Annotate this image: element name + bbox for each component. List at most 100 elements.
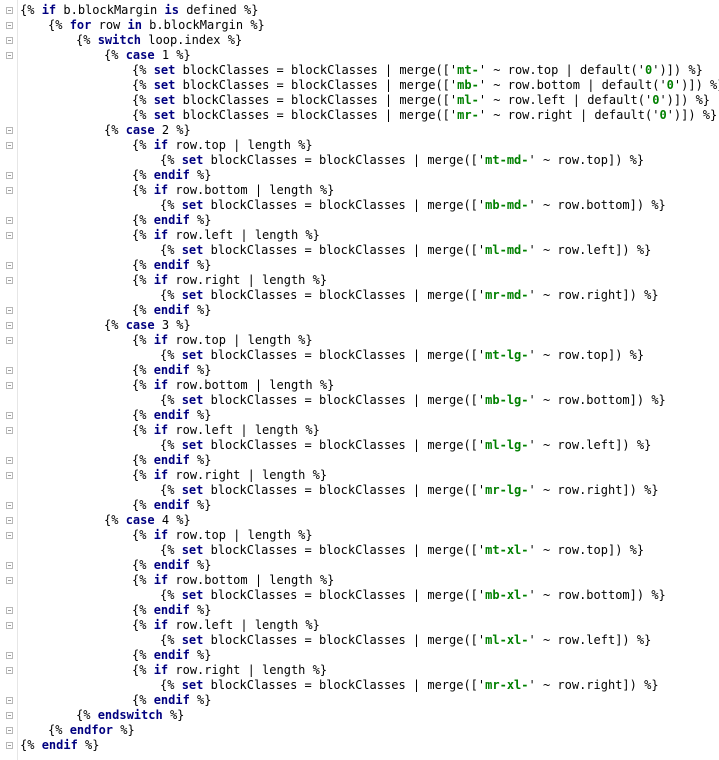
code-line[interactable]: {% if row.right | length %}: [132, 273, 327, 288]
keyword-token: set: [181, 288, 204, 302]
code-line[interactable]: {% for row in b.blockMargin %}: [48, 18, 265, 33]
string-token: mt-lg-: [485, 348, 529, 362]
code-line[interactable]: {% endif %}: [20, 738, 100, 753]
fold-marker-icon[interactable]: [6, 367, 13, 374]
code-line[interactable]: {% case 1 %}: [104, 48, 191, 63]
code-line[interactable]: {% endif %}: [132, 558, 212, 573]
fold-marker-icon[interactable]: [6, 622, 13, 629]
code-line[interactable]: {% if row.left | length %}: [132, 228, 320, 243]
code-line[interactable]: {% if row.right | length %}: [132, 468, 327, 483]
code-token: {%: [132, 228, 154, 242]
keyword-token: set: [181, 543, 204, 557]
code-line[interactable]: {% endif %}: [132, 693, 212, 708]
code-line[interactable]: {% endif %}: [132, 213, 212, 228]
code-line[interactable]: {% set blockClasses = blockClasses | mer…: [160, 483, 659, 498]
code-line[interactable]: {% case 4 %}: [104, 513, 191, 528]
code-line[interactable]: {% set blockClasses = blockClasses | mer…: [160, 543, 644, 558]
fold-marker-icon[interactable]: [6, 142, 13, 149]
code-line[interactable]: {% endfor %}: [48, 723, 135, 738]
code-line[interactable]: {% endswitch %}: [76, 708, 184, 723]
fold-marker-icon[interactable]: [6, 37, 13, 44]
fold-marker-icon[interactable]: [6, 517, 13, 524]
fold-marker-icon[interactable]: [6, 22, 13, 29]
fold-marker-icon[interactable]: [6, 472, 13, 479]
code-line[interactable]: {% if row.bottom | length %}: [132, 378, 334, 393]
keyword-token: set: [181, 393, 204, 407]
code-line[interactable]: {% if row.top | length %}: [132, 138, 313, 153]
fold-marker-icon[interactable]: [6, 667, 13, 674]
code-line[interactable]: {% set blockClasses = blockClasses | mer…: [160, 678, 659, 693]
fold-marker-icon[interactable]: [6, 232, 13, 239]
string-token: ml-: [457, 93, 479, 107]
code-token: {%: [104, 318, 126, 332]
code-line[interactable]: {% set blockClasses = blockClasses | mer…: [160, 438, 651, 453]
fold-marker-icon[interactable]: [6, 7, 13, 14]
fold-marker-icon[interactable]: [6, 382, 13, 389]
code-token: ')]) %}: [659, 93, 711, 107]
code-line[interactable]: {% set blockClasses = blockClasses | mer…: [132, 63, 703, 78]
fold-marker-icon[interactable]: [6, 307, 13, 314]
code-line[interactable]: {% case 2 %}: [104, 123, 191, 138]
fold-marker-icon[interactable]: [6, 172, 13, 179]
fold-marker-icon[interactable]: [6, 607, 13, 614]
code-line[interactable]: {% case 3 %}: [104, 318, 191, 333]
fold-marker-icon[interactable]: [6, 577, 13, 584]
fold-marker-icon[interactable]: [6, 457, 13, 464]
code-token: {%: [132, 273, 154, 287]
code-line[interactable]: {% set blockClasses = blockClasses | mer…: [160, 588, 666, 603]
code-line[interactable]: {% set blockClasses = blockClasses | mer…: [160, 198, 666, 213]
code-line[interactable]: {% if row.left | length %}: [132, 618, 320, 633]
code-line[interactable]: {% set blockClasses = blockClasses | mer…: [160, 393, 666, 408]
fold-marker-icon[interactable]: [6, 412, 13, 419]
fold-marker-icon[interactable]: [6, 742, 13, 749]
fold-marker-icon[interactable]: [6, 427, 13, 434]
code-token: {%: [132, 108, 154, 122]
code-line[interactable]: {% if row.right | length %}: [132, 663, 327, 678]
code-line[interactable]: {% endif %}: [132, 453, 212, 468]
code-line[interactable]: {% if row.top | length %}: [132, 333, 313, 348]
code-line[interactable]: {% endif %}: [132, 498, 212, 513]
code-line[interactable]: {% if row.top | length %}: [132, 528, 313, 543]
code-line[interactable]: {% set blockClasses = blockClasses | mer…: [160, 288, 659, 303]
fold-marker-icon[interactable]: [6, 532, 13, 539]
code-line[interactable]: {% set blockClasses = blockClasses | mer…: [132, 78, 719, 93]
code-line[interactable]: {% if row.bottom | length %}: [132, 183, 334, 198]
fold-marker-icon[interactable]: [6, 337, 13, 344]
fold-marker-icon[interactable]: [6, 697, 13, 704]
code-line[interactable]: {% endif %}: [132, 408, 212, 423]
code-token: {%: [160, 678, 182, 692]
fold-marker-icon[interactable]: [6, 187, 13, 194]
code-token: ' ~ row.right]) %}: [528, 678, 659, 692]
code-token: {%: [132, 168, 154, 182]
code-line[interactable]: {% endif %}: [132, 603, 212, 618]
fold-marker-icon[interactable]: [6, 562, 13, 569]
code-line[interactable]: {% set blockClasses = blockClasses | mer…: [132, 108, 717, 123]
code-line[interactable]: {% set blockClasses = blockClasses | mer…: [132, 93, 710, 108]
code-token: blockClasses = blockClasses | merge([': [203, 633, 486, 647]
code-line[interactable]: {% endif %}: [132, 363, 212, 378]
code-line[interactable]: {% set blockClasses = blockClasses | mer…: [160, 153, 644, 168]
code-line[interactable]: {% set blockClasses = blockClasses | mer…: [160, 243, 651, 258]
code-line[interactable]: {% if b.blockMargin is defined %}: [20, 3, 258, 18]
fold-marker-icon[interactable]: [6, 277, 13, 284]
fold-marker-icon[interactable]: [6, 652, 13, 659]
code-line[interactable]: {% set blockClasses = blockClasses | mer…: [160, 348, 644, 363]
fold-marker-icon[interactable]: [6, 52, 13, 59]
fold-marker-icon[interactable]: [6, 217, 13, 224]
code-line[interactable]: {% endif %}: [132, 168, 212, 183]
fold-marker-icon[interactable]: [6, 127, 13, 134]
code-token: %}: [189, 558, 212, 572]
code-line[interactable]: {% endif %}: [132, 303, 212, 318]
fold-marker-icon[interactable]: [6, 727, 13, 734]
code-line[interactable]: {% if row.left | length %}: [132, 423, 320, 438]
code-token: %}: [189, 213, 212, 227]
code-line[interactable]: {% if row.bottom | length %}: [132, 573, 334, 588]
fold-marker-icon[interactable]: [6, 322, 13, 329]
code-line[interactable]: {% endif %}: [132, 648, 212, 663]
fold-marker-icon[interactable]: [6, 262, 13, 269]
code-line[interactable]: {% endif %}: [132, 258, 212, 273]
fold-marker-icon[interactable]: [6, 502, 13, 509]
code-line[interactable]: {% set blockClasses = blockClasses | mer…: [160, 633, 651, 648]
code-line[interactable]: {% switch loop.index %}: [76, 33, 242, 48]
fold-marker-icon[interactable]: [6, 712, 13, 719]
